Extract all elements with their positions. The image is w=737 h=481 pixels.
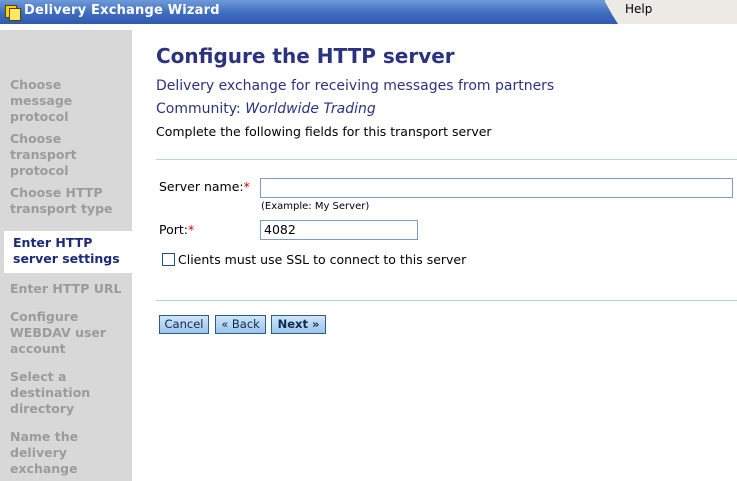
step-configure-webdav-user-account: Configure WEBDAV user account <box>10 309 107 356</box>
port-label: Port:* <box>159 222 194 237</box>
back-button[interactable]: « Back <box>215 315 266 334</box>
app-icon <box>4 4 21 21</box>
server-name-input[interactable] <box>260 178 733 198</box>
step-choose-http-transport-type: Choose HTTP transport type <box>10 185 113 216</box>
divider-top <box>156 159 737 160</box>
port-input[interactable] <box>260 220 418 240</box>
window-title: Delivery Exchange Wizard <box>24 3 220 18</box>
community-label: Community: <box>156 101 241 117</box>
divider-bottom <box>156 300 737 301</box>
community-name: Worldwide Trading <box>245 101 376 117</box>
next-button[interactable]: Next » <box>271 315 326 334</box>
port-label-text: Port: <box>159 222 188 237</box>
page-description: Complete the following fields for this t… <box>156 124 492 139</box>
community-line: Community: Worldwide Trading <box>156 101 376 117</box>
step-choose-transport-protocol: Choose transport protocol <box>10 131 77 178</box>
ssl-checkbox-label[interactable]: Clients must use SSL to connect to this … <box>178 252 466 267</box>
help-label[interactable]: Help <box>625 2 652 16</box>
required-marker: * <box>188 222 195 237</box>
server-name-example: (Example: My Server) <box>261 201 370 212</box>
page-subheading: Delivery exchange for receiving messages… <box>156 78 555 94</box>
required-marker: * <box>243 179 250 194</box>
step-choose-message-protocol: Choose message protocol <box>10 77 73 124</box>
help-tab[interactable]: Help <box>604 0 737 24</box>
server-name-label-text: Server name: <box>159 179 244 194</box>
step-select-destination-directory: Select a destination directory <box>10 369 91 416</box>
step-name-delivery-exchange: Name the delivery exchange <box>10 429 79 476</box>
server-name-label: Server name:* <box>159 179 250 194</box>
page-title: Configure the HTTP server <box>156 44 455 68</box>
ssl-checkbox[interactable] <box>162 253 175 266</box>
step-enter-http-url: Enter HTTP URL <box>10 281 122 296</box>
step-enter-http-server-settings: Enter HTTP server settings <box>4 231 132 273</box>
cancel-button[interactable]: Cancel <box>159 315 209 334</box>
